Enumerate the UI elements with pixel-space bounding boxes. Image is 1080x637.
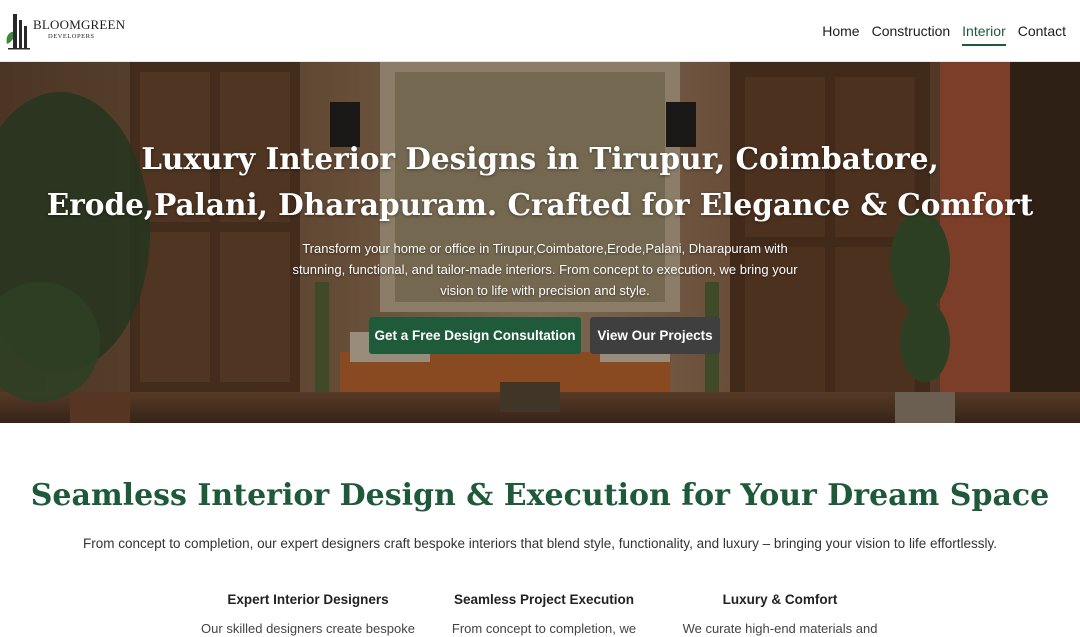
feature-text: From concept to completion, we <box>451 621 637 636</box>
free-consultation-button[interactable]: Get a Free Design Consultation <box>369 317 581 354</box>
section-subtitle: From concept to completion, our expert d… <box>83 536 997 551</box>
feature-title: Luxury & Comfort <box>722 592 838 607</box>
section-title: Seamless Interior Design & Execution for… <box>30 478 1050 513</box>
feature-title: Seamless Project Execution <box>453 592 635 607</box>
site-header: BLOOMGREEN DEVELOPERS Home Construction … <box>0 0 1080 62</box>
hero-title: Luxury Interior Designs in Tirupur, Coim… <box>46 141 1034 222</box>
view-projects-button[interactable]: View Our Projects <box>590 317 720 354</box>
feature-text: Our skilled designers create bespoke <box>201 621 415 636</box>
feature-luxury-comfort: Luxury & Comfort We curate high-end mate… <box>660 592 900 636</box>
hero-banner: Luxury Interior Designs in Tirupur, Coim… <box>0 62 1080 423</box>
nav-contact[interactable]: Contact <box>1018 15 1066 47</box>
building-leaf-icon <box>6 14 30 50</box>
main-nav: Home Construction Interior Contact <box>822 0 1066 62</box>
nav-construction[interactable]: Construction <box>872 15 951 47</box>
nav-interior[interactable]: Interior <box>962 15 1006 47</box>
feature-title: Expert Interior Designers <box>227 592 389 607</box>
feature-text: We curate high-end materials and <box>682 621 878 636</box>
feature-project-execution: Seamless Project Execution From concept … <box>424 592 664 636</box>
brand-name: BLOOMGREEN <box>33 17 126 32</box>
brand-logo[interactable]: BLOOMGREEN DEVELOPERS <box>4 8 126 52</box>
nav-home[interactable]: Home <box>822 15 859 47</box>
brand-tagline: DEVELOPERS <box>48 33 95 40</box>
hero-subtitle: Transform your home or office in Tirupur… <box>292 241 798 298</box>
feature-expert-designers: Expert Interior Designers Our skilled de… <box>188 592 428 636</box>
